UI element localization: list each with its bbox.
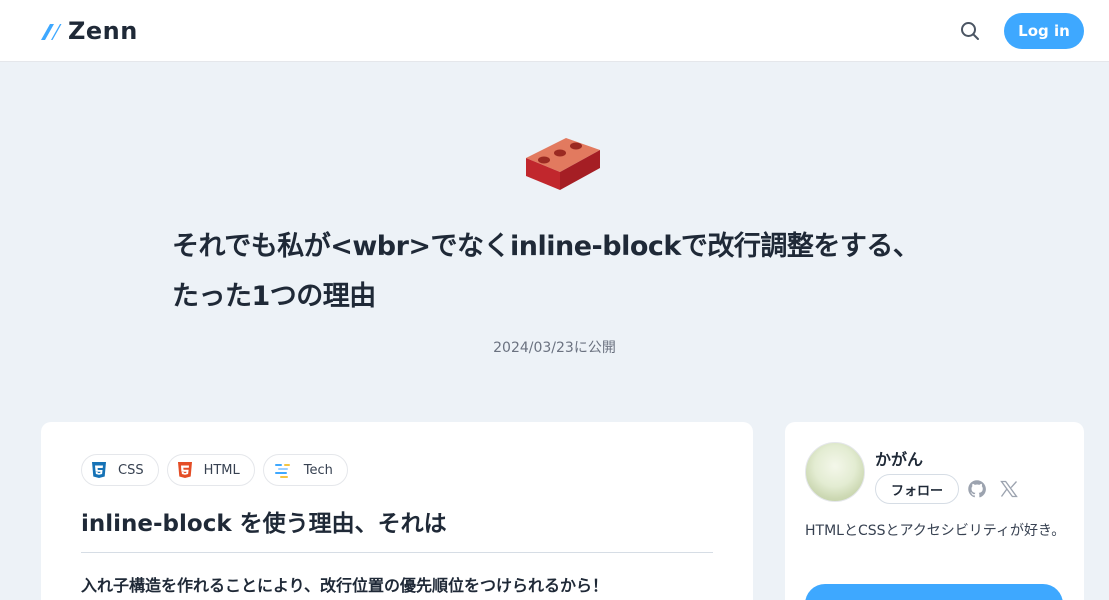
login-button[interactable]: Log in [1004, 13, 1084, 49]
html5-icon [177, 462, 192, 478]
css3-icon [92, 462, 106, 478]
topic-tags: CSS HTML Tech [81, 454, 348, 486]
article-title: それでも私が<wbr>でなくinline-blockで改行調整をする、 たった1… [172, 222, 952, 322]
author-bio: HTMLとCSSとアクセシビリティが好き。 [805, 523, 1066, 539]
search-button[interactable] [958, 19, 982, 43]
article-title-line-2: たった1つの理由 [172, 281, 376, 312]
support-button[interactable] [805, 584, 1063, 600]
tag-css[interactable]: CSS [81, 454, 159, 486]
tag-label: Tech [303, 462, 333, 478]
article-title-line-1: それでも私が<wbr>でなくinline-blockで改行調整をする、 [172, 231, 920, 262]
github-icon [968, 480, 986, 498]
logo-text: Zenn [68, 17, 138, 45]
zenn-logo-icon [41, 24, 62, 40]
section-heading: inline-block を使う理由、それは [81, 508, 713, 553]
article-body-card: CSS HTML Tech inline-block を使う理由、それは 入れ子… [41, 422, 753, 600]
lead-paragraph: 入れ子構造を作れることにより、改行位置の優先順位をつけられるから！ [81, 576, 609, 595]
author-card: かがん フォロー HTMLとCSSとアクセシビリティが好き。 [785, 422, 1084, 600]
tech-icon [274, 464, 290, 478]
brick-emoji-icon [526, 138, 600, 190]
author-avatar[interactable] [805, 442, 865, 502]
follow-button[interactable]: フォロー [875, 474, 960, 504]
published-date: 2024/03/23に公開 [493, 340, 616, 356]
tag-label: CSS [118, 462, 144, 478]
zenn-logo[interactable]: Zenn [40, 18, 138, 44]
tag-label: HTML [203, 462, 240, 478]
search-icon [961, 22, 979, 40]
github-link[interactable] [967, 479, 987, 499]
x-link[interactable] [999, 479, 1019, 499]
site-header: Zenn Log in [0, 0, 1109, 62]
author-name[interactable]: かがん [875, 446, 923, 470]
x-icon [1000, 480, 1018, 498]
tag-html[interactable]: HTML [166, 454, 255, 486]
tag-tech[interactable]: Tech [262, 454, 348, 486]
